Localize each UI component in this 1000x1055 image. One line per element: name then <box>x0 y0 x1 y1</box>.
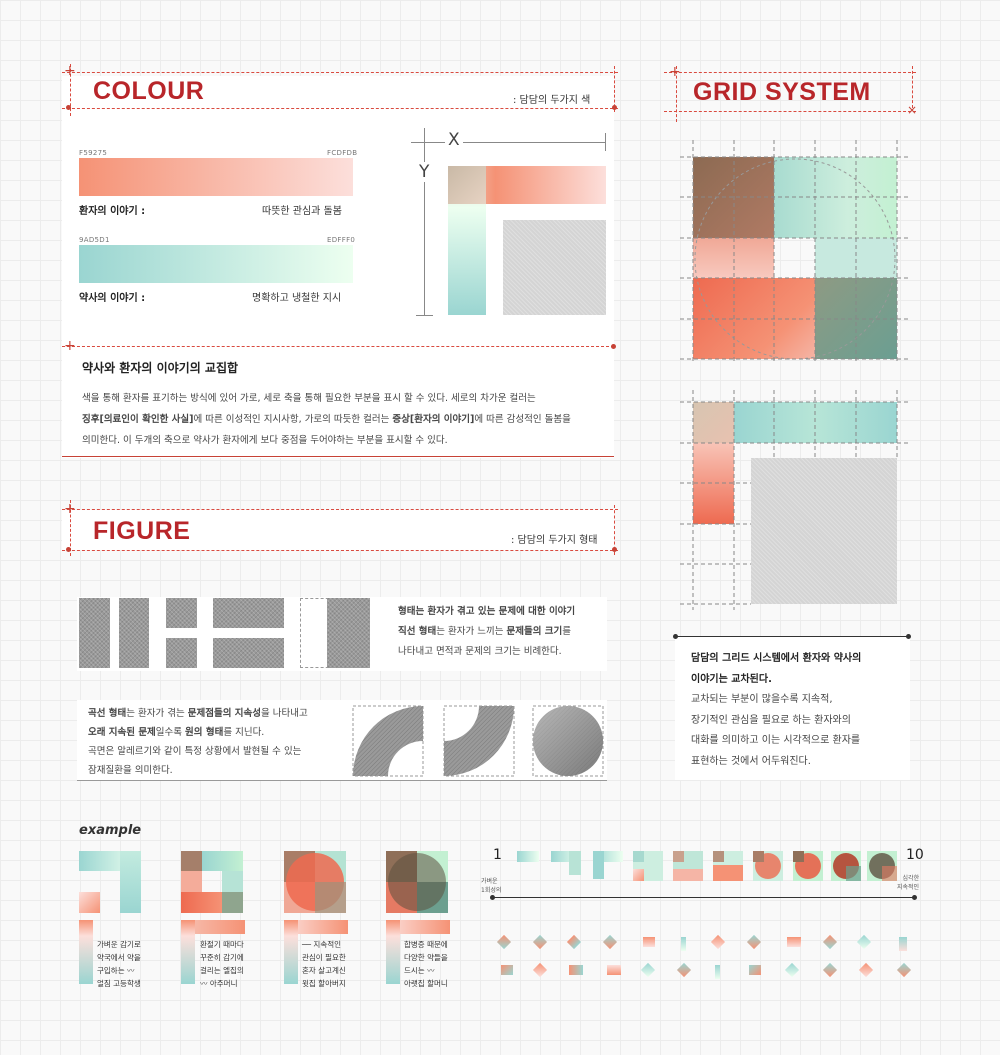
example-1-icon <box>79 851 141 913</box>
axis-gray-square <box>503 220 606 315</box>
scale-icon-6 <box>713 851 743 881</box>
coral-hex-end: FCDFDB <box>327 149 358 157</box>
mint-label: 약사의 이야기 : <box>79 293 146 304</box>
scale-icon-10 <box>867 851 897 881</box>
example-4-icon <box>386 851 448 913</box>
coral-label: 환자의 이야기 : <box>79 206 146 217</box>
corner-dot <box>612 105 617 110</box>
colour-subtitle: : 담담의 두가지 색 <box>513 95 591 106</box>
example-4-text: 합병증 때문에 다양한 약들을 드시는 〰 아랫집 할머니 <box>404 940 448 988</box>
plus-marker: + <box>64 501 76 517</box>
colour-bottom-rule <box>62 456 614 457</box>
example-title: example <box>79 823 142 838</box>
coral-hex-start: F59275 <box>79 149 108 157</box>
straight-description: 형태는 환자가 겪고 있는 문제에 대한 이야기 직선 형태는 환자가 느끼는 … <box>398 606 576 657</box>
rule-dot <box>906 634 911 639</box>
plus-marker: + <box>64 63 76 79</box>
example-1-text: 가벼운 감기로 약국에서 약을 구입하는 〰 얼짐 고등학생 <box>97 940 141 988</box>
example-2-bar <box>181 920 195 984</box>
example-2-text: 환절기 때마다 꾸준히 감기에 걸리는 엘집의 〰 아주머니 <box>200 940 244 988</box>
intersection-divider <box>62 346 614 347</box>
straight-rect-2 <box>213 638 284 668</box>
scale-icon-4 <box>633 851 663 881</box>
rule-dot <box>490 895 495 900</box>
intersection-heading: 약사와 환자의 이야기의 교집합 <box>82 361 239 375</box>
straight-filled-bar <box>327 598 370 668</box>
x-marker: × <box>907 103 918 117</box>
curve-shapes <box>352 705 604 777</box>
scale-icon-9 <box>831 851 861 881</box>
s-curve-shape <box>444 706 514 776</box>
corner-dot <box>66 547 71 552</box>
scale-end: 10 <box>906 847 924 863</box>
straight-square-1 <box>166 598 197 628</box>
intersection-line-3: 의미한다. 이 두개의 축으로 약사가 환자에게 보다 중점을 두어야하는 부분… <box>82 435 448 446</box>
colour-title: COLOUR <box>93 77 205 105</box>
straight-bar-2 <box>119 598 149 668</box>
colour-frame-top <box>62 72 618 73</box>
grid-title: GRID SYSTEM <box>693 78 871 106</box>
grid-frame-top <box>664 72 916 73</box>
corner-dot <box>66 105 71 110</box>
straight-square-2 <box>166 638 197 668</box>
figure-frame-top <box>62 509 618 510</box>
scale-icon-2 <box>551 851 581 875</box>
rule-dot <box>673 634 678 639</box>
axis-y-label: Y <box>417 162 432 182</box>
coral-desc: 따뜻한 관심과 돌봄 <box>262 206 342 217</box>
straight-rect-1 <box>213 598 284 628</box>
figure-frame-bottom <box>62 550 618 551</box>
grid-guides <box>680 140 910 610</box>
example-3-bar <box>284 920 298 984</box>
axis-x-tick <box>605 133 606 151</box>
rule-dot <box>912 895 917 900</box>
example-3-text: ── 지속적인 관심이 필요한 혼자 살고계신 윗집 할아버지 <box>302 940 346 988</box>
example-3-icon <box>284 851 346 913</box>
corner-dot <box>612 547 617 552</box>
scale-icon-5 <box>673 851 703 881</box>
grid-art <box>680 140 910 610</box>
axis-x-label: X <box>445 130 463 150</box>
plus-marker: + <box>64 338 76 354</box>
axis-y-line <box>424 128 425 316</box>
colour-frame-bottom <box>62 108 618 109</box>
mint-desc: 명확하고 냉철한 지시 <box>252 293 342 304</box>
plus-marker: + <box>669 64 681 80</box>
curve-rule <box>77 780 607 781</box>
curve-description: 곡선 형태는 환자가 겪는 문제점들의 지속성을 나타내고 오래 지속된 문제일… <box>88 708 308 776</box>
scale-start: 1 <box>493 847 502 863</box>
straight-bar-1 <box>79 598 110 668</box>
scale-right-label: 심각한 지속적인 <box>897 875 920 891</box>
scale-icons <box>517 851 897 881</box>
grid-frame-bottom <box>664 111 916 112</box>
axis-corner <box>448 166 486 204</box>
quarter-ring-shape <box>353 706 423 776</box>
figure-title: FIGURE <box>93 517 191 545</box>
pattern-grid <box>496 934 917 985</box>
example-1-bar <box>79 920 93 984</box>
axis-y-tick <box>416 315 433 316</box>
axis-x-line <box>411 142 606 143</box>
intersection-paragraph: 색을 통해 환자를 표기하는 방식에 있어 가로, 세로 축을 통해 필요한 부… <box>82 388 610 451</box>
scale-icon-8 <box>793 851 823 881</box>
mint-hex-start: 9AD5D1 <box>79 236 110 244</box>
intersection-line-1: 색을 통해 환자를 표기하는 방식에 있어 가로, 세로 축을 통해 필요한 부… <box>82 393 536 404</box>
figure-subtitle: : 담담의 두가지 형태 <box>511 535 598 546</box>
coral-gradient-bar <box>79 158 353 196</box>
scale-icon-1 <box>517 851 539 862</box>
example-2-icon <box>181 851 243 913</box>
mint-hex-end: EDFFF0 <box>327 236 356 244</box>
grid-description: 담담의 그리드 시스템에서 환자와 약사의 이야기는 교차된다. 교차되는 부분… <box>691 653 862 767</box>
mint-gradient-bar <box>79 245 353 283</box>
intersection-line-2: 징후[의료인이 확인한 사실]에 따른 이성적인 지시사항, 가로의 따듯한 컬… <box>82 414 571 425</box>
grid-frame-right <box>912 66 913 108</box>
example-4-bar <box>386 920 400 984</box>
corner-dot <box>611 344 616 349</box>
scale-rule <box>493 897 914 898</box>
scale-icon-7 <box>753 851 783 881</box>
grid-description-rule <box>675 636 910 637</box>
scale-left-label: 가벼운 1회성의 <box>481 878 502 894</box>
scale-icon-3 <box>593 851 623 879</box>
